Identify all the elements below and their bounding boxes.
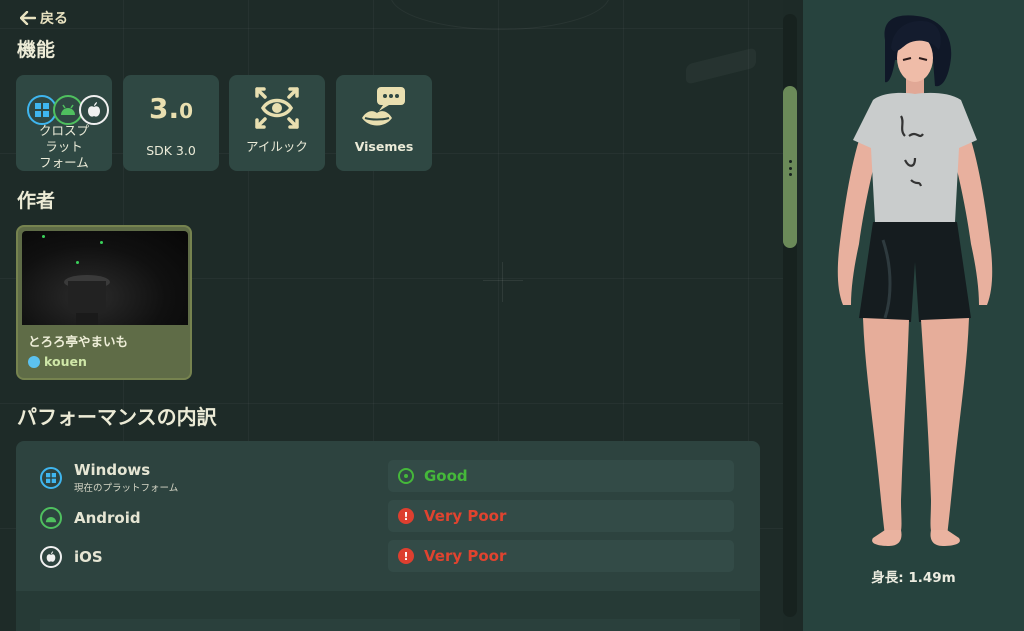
background-decoration: [686, 47, 756, 85]
author-username: kouen: [44, 354, 87, 369]
rating-label: Good: [424, 467, 468, 485]
drag-handle-icon: [788, 160, 792, 176]
rating-windows: Good: [388, 460, 734, 492]
back-button[interactable]: 戻る: [20, 8, 68, 28]
feature-tile-visemes[interactable]: Visemes: [336, 75, 432, 171]
features-title: 機能: [17, 39, 56, 61]
avatar-model: [837, 15, 993, 546]
good-status-icon: [398, 468, 414, 484]
apple-icon: [79, 95, 109, 125]
background-crosshair: [483, 280, 523, 281]
warning-icon: !: [398, 548, 414, 564]
rating-ios: ! Very Poor: [388, 540, 734, 572]
current-platform-label: 現在のプラットフォーム: [74, 483, 179, 494]
world-thumbnail: [22, 231, 188, 325]
platform-row-android: Android: [40, 507, 141, 529]
platform-name: Windows: [74, 461, 151, 479]
windows-icon: [40, 466, 62, 489]
avatar-details-panel[interactable]: 戻る 機能 クロスプ ラット フォーム 3.0 SDK 3.0 アイルック Vi…: [0, 0, 783, 631]
avatar-height-label: 身長: 1.49m: [871, 570, 956, 586]
platform-name: Android: [74, 509, 141, 527]
back-label: 戻る: [40, 11, 68, 27]
feature-label: アイルック: [246, 139, 308, 154]
platform-icons: [21, 95, 109, 125]
platform-row-ios: iOS: [40, 546, 103, 568]
world-name: とろろ亭やまいも: [28, 334, 129, 349]
viseme-lips-icon: [362, 87, 405, 126]
feature-tile-eye-look[interactable]: アイルック: [229, 75, 325, 171]
platform-row-windows: Windows 現在のプラットフォーム: [40, 461, 178, 494]
sdk-version-icon: 3.0: [148, 92, 194, 125]
avatar-preview-panel[interactable]: 身長: 1.49m: [803, 0, 1024, 631]
author-world-card[interactable]: とろろ亭やまいも kouen: [16, 225, 192, 380]
eye-look-icon: [255, 87, 299, 129]
rating-android: ! Very Poor: [388, 500, 734, 532]
background-crosshair: [502, 262, 503, 302]
apple-icon: [40, 546, 62, 568]
author-title: 作者: [17, 190, 56, 212]
feature-tile-cross-platform[interactable]: クロスプ ラット フォーム: [16, 75, 112, 171]
android-icon: [40, 507, 62, 529]
platform-name: iOS: [74, 548, 103, 566]
feature-label: SDK 3.0: [146, 143, 196, 158]
feature-tile-sdk[interactable]: 3.0 SDK 3.0: [123, 75, 219, 171]
feature-label: クロスプ ラット フォーム: [38, 123, 89, 170]
background-decoration: [390, 0, 610, 30]
arrow-left-icon: [20, 11, 36, 25]
performance-title: パフォーマンスの内訳: [17, 405, 217, 429]
feature-label: Visemes: [354, 139, 414, 154]
warning-icon: !: [398, 508, 414, 524]
author-user[interactable]: kouen: [28, 354, 87, 369]
rating-label: Very Poor: [424, 507, 507, 525]
status-dot-icon: [28, 355, 40, 368]
rating-label: Very Poor: [424, 547, 507, 565]
performance-breakdown: Windows 現在のプラットフォーム Android iOS Good ! V…: [16, 441, 760, 631]
